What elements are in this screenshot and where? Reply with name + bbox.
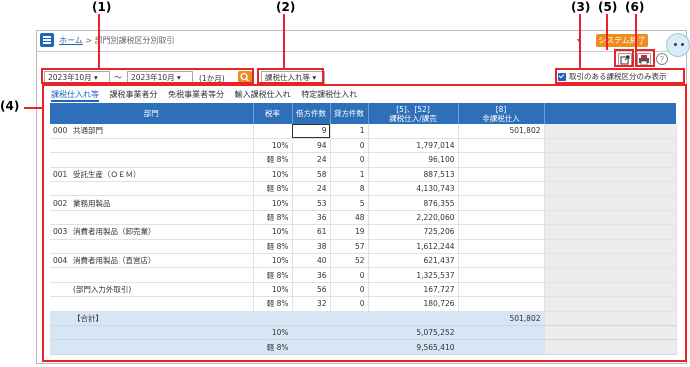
breadcrumb-separator: >: [85, 36, 93, 45]
callout-box-3: [555, 68, 685, 84]
menu-icon[interactable]: [40, 33, 54, 47]
help-icon[interactable]: ?: [656, 53, 668, 65]
callout-5: (5): [598, 0, 618, 14]
callout-box-1: [41, 68, 254, 84]
callout-3: (3): [571, 0, 591, 14]
callout-line-4: [24, 107, 43, 109]
callout-line-5: [606, 14, 608, 50]
callout-box-6: [635, 49, 655, 67]
header-bar: ホーム > 部門別課税区分別取引 ▾ システム終了: [37, 31, 686, 52]
system-exit-button[interactable]: システム終了: [596, 34, 648, 47]
callout-4: (4): [0, 99, 20, 113]
avatar-icon[interactable]: [666, 33, 690, 57]
breadcrumb: ホーム > 部門別課税区分別取引: [59, 35, 175, 46]
callout-line-3: [579, 14, 581, 69]
callout-2: (2): [276, 0, 296, 14]
callout-line-1: [98, 14, 100, 69]
callout-line-2: [283, 14, 285, 69]
callout-box-2: [257, 68, 324, 84]
callout-6: (6): [625, 0, 645, 14]
home-link[interactable]: ホーム: [59, 36, 83, 45]
callout-box-5: [614, 49, 634, 67]
page-title: 部門別課税区分別取引: [94, 36, 175, 45]
callout-line-6: [635, 14, 637, 50]
callout-box-4: [42, 84, 687, 362]
callout-1: (1): [92, 0, 112, 14]
